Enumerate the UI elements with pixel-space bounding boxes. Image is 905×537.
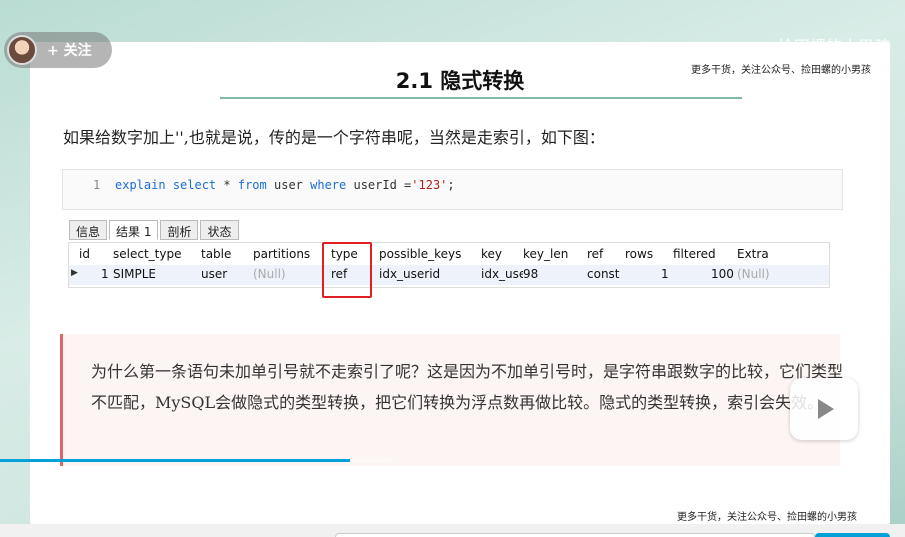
sql-keyword: from [237, 178, 267, 192]
table-row[interactable]: ▶ 1 SIMPLE user (Null) ref idx_userid id… [69, 265, 829, 285]
explanation-text: 为什么第一条语句未加单引号就不走索引了呢？这是因为不加单引号时，是字符串跟数字的… [91, 362, 844, 412]
cell-key: idx_use [481, 267, 523, 281]
column-header: Extra [737, 247, 769, 261]
watermark-subtitle: 更多干货，关注公众号、捡田螺的小男孩 [691, 65, 871, 76]
sql-keyword: where [310, 178, 347, 192]
cell-filtered: 100 [711, 267, 734, 281]
column-header: partitions [253, 247, 311, 261]
column-header: filtered [673, 247, 716, 261]
player-controls: 12:01 / 30:35 720P 高清 2.0x ▭ ◀ ⚙ ▣ ▭ ⛶ ⛶ [0, 478, 905, 514]
watermark-channel: 捡田螺的小男孩 [777, 37, 890, 56]
sql-keyword: explain [115, 178, 166, 192]
settings-gear-icon[interactable]: ⚙ [677, 484, 699, 506]
follow-button[interactable]: + 关注 [4, 32, 112, 68]
cell-id: 1 [101, 267, 109, 281]
subtitle-off-icon[interactable]: ▭ [586, 484, 608, 506]
cell-table: user [201, 267, 228, 281]
table-header-row: id select_type table partitions type pos… [69, 245, 829, 265]
play-icon [818, 399, 834, 419]
progress-fill [0, 459, 350, 462]
widescreen-icon[interactable]: ▭ [766, 484, 788, 506]
quality-selector[interactable]: 720P 高清 [420, 486, 488, 506]
sql-text: user [266, 178, 311, 192]
sql-text: * [216, 178, 238, 192]
sql-query: explain select * from user where userId … [115, 178, 455, 192]
row-pointer-icon: ▶ [71, 268, 78, 278]
play-button[interactable] [790, 378, 858, 440]
sql-text: userId = [346, 178, 412, 192]
column-header: table [201, 247, 232, 261]
explanation-callout: 为什么第一条语句未加单引号就不走索引了呢？这是因为不加单引号时，是字符串跟数字的… [60, 334, 844, 466]
volume-icon[interactable]: ◀ [632, 484, 654, 506]
cell-possible-keys: idx_userid [379, 267, 441, 281]
tab-profile[interactable]: 剖析 [160, 220, 199, 240]
column-header: possible_keys [379, 247, 462, 261]
slide-content: 2.1 隐式转换 如果给数字加上'',也就是说，传的是一个字符串呢，当然是走索引… [30, 42, 890, 524]
column-header: key_len [523, 247, 569, 261]
danmaku-send-button[interactable] [815, 533, 890, 537]
result-tabs: 信息 结果 1 剖析 状态 [69, 220, 241, 240]
column-header: key [481, 247, 503, 261]
result-grid: id select_type table partitions type pos… [68, 242, 830, 288]
cell-key-len: 98 [523, 267, 539, 281]
follow-label: + 关注 [47, 43, 92, 59]
cell-partitions: (Null) [253, 267, 286, 281]
progress-bar[interactable] [0, 459, 390, 462]
column-header: select_type [113, 247, 182, 261]
cell-select-type: SIMPLE [113, 267, 157, 281]
sql-string: '123' [411, 178, 448, 192]
sql-text: ; [447, 178, 455, 192]
uploader-avatar[interactable] [7, 35, 37, 65]
column-header: rows [625, 247, 654, 261]
cell-extra: (Null) [737, 267, 770, 281]
slide-paragraph: 如果给数字加上'',也就是说，传的是一个字符串呢，当然是走索引，如下图： [63, 128, 605, 147]
column-header: id [79, 247, 90, 261]
tab-status[interactable]: 状态 [200, 220, 239, 240]
line-number: 1 [93, 178, 101, 192]
type-column-highlight [322, 242, 372, 298]
sql-editor: 1 explain select * from user where userI… [62, 169, 843, 210]
cell-rows: 1 [661, 267, 669, 281]
playback-time: 12:01 / 30:35 [54, 486, 149, 502]
danmaku-input[interactable] [335, 533, 815, 537]
column-header: ref [587, 247, 604, 261]
fullscreen-icon[interactable]: ⛶ [858, 484, 880, 506]
fullscreen-page-icon[interactable]: ⛶ [812, 484, 834, 506]
cell-ref: const [587, 267, 620, 281]
tab-result-1[interactable]: 结果 1 [109, 220, 159, 240]
sql-keyword: select [172, 178, 217, 192]
speed-selector[interactable]: 2.0x [528, 486, 559, 502]
tab-info[interactable]: 信息 [69, 220, 108, 240]
title-underline [220, 97, 742, 99]
pip-icon[interactable]: ▣ [720, 484, 742, 506]
